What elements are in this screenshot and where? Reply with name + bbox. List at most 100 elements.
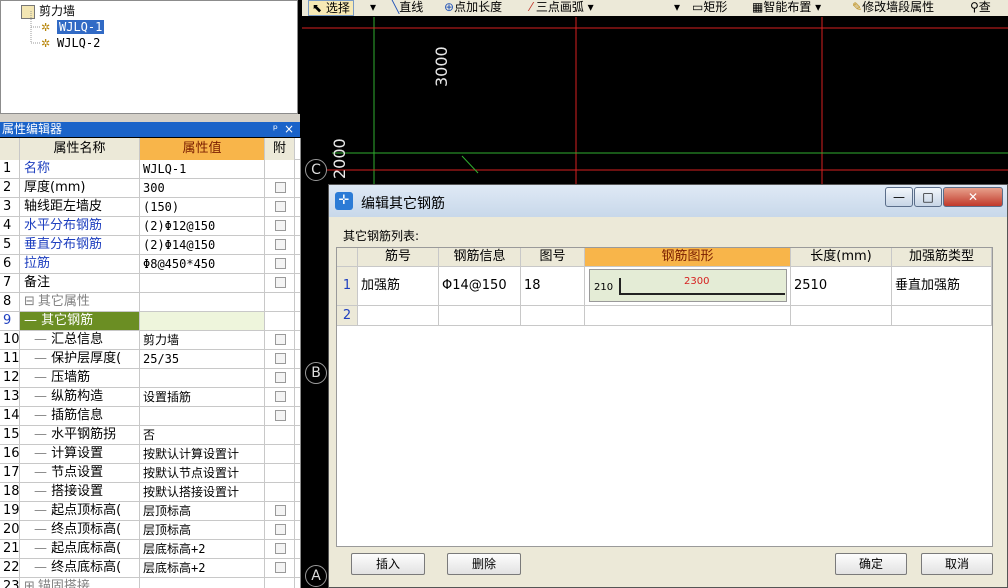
property-value[interactable] xyxy=(140,578,265,588)
close-button[interactable]: ✕ xyxy=(943,187,1003,207)
property-value[interactable]: 层顶标高 xyxy=(140,521,265,539)
property-value[interactable]: 25/35 xyxy=(140,350,265,368)
panel-title: 属性编辑器 xyxy=(2,122,63,136)
table-row[interactable]: 2 xyxy=(337,306,992,326)
expander-icon[interactable]: ⊟ xyxy=(24,294,35,309)
property-value[interactable] xyxy=(140,293,265,311)
table-row[interactable]: 12— 压墙筋 xyxy=(0,369,300,388)
table-row[interactable]: 11— 保护层厚度(25/35 xyxy=(0,350,300,369)
dialog-titlebar[interactable]: ✛ 编辑其它钢筋 — □ ✕ xyxy=(329,185,1007,217)
property-value[interactable]: 设置插筋 xyxy=(140,388,265,406)
bar-shape-cell[interactable]: 210 2300 xyxy=(585,267,791,305)
table-row[interactable]: 13— 纵筋构造 设置插筋 xyxy=(0,388,300,407)
header-name: 属性名称 xyxy=(20,138,140,160)
property-name: — 搭接设置 xyxy=(20,483,140,501)
table-row[interactable]: 8 ⊟ 其它属性 xyxy=(0,293,300,312)
table-row[interactable]: 17— 节点设置 按默认节点设置计 xyxy=(0,464,300,483)
attach-checkbox[interactable] xyxy=(275,182,286,193)
table-row[interactable]: 22— 终点底标高(层底标高+2 xyxy=(0,559,300,578)
property-name: — 压墙筋 xyxy=(20,369,140,387)
grid-header: 属性名称 属性值 附 xyxy=(0,138,300,160)
property-name: ⊞ 锚固搭接 xyxy=(20,578,140,588)
maximize-button[interactable]: □ xyxy=(914,187,942,207)
attach-checkbox[interactable] xyxy=(275,372,286,383)
modify-wall-button[interactable]: ✎修改墙段属性 xyxy=(852,0,934,14)
property-value[interactable]: 按默认搭接设置计 xyxy=(140,483,265,501)
attach-checkbox[interactable] xyxy=(275,334,286,345)
table-row[interactable]: 20— 终点顶标高(层顶标高 xyxy=(0,521,300,540)
attach-checkbox[interactable] xyxy=(275,562,286,573)
axis-c-bubble: C xyxy=(305,159,327,181)
property-value[interactable]: (2)Φ12@150 xyxy=(140,217,265,235)
select-button[interactable]: ⬉ 选择 xyxy=(308,0,354,16)
query-button[interactable]: ⚲查 xyxy=(970,0,991,14)
table-row[interactable]: 23 ⊞ 锚固搭接 xyxy=(0,578,300,588)
property-value[interactable]: Φ8@450*450 xyxy=(140,255,265,273)
dropdown-arrow-icon[interactable]: ▾ xyxy=(370,0,376,14)
tree-line-icon: — xyxy=(34,503,52,518)
attach-checkbox[interactable] xyxy=(275,258,286,269)
tree-line-icon: — xyxy=(34,370,52,385)
attach-checkbox[interactable] xyxy=(275,220,286,231)
ok-button[interactable]: 确定 xyxy=(835,553,907,575)
table-row[interactable]: 5 垂直分布钢筋 (2)Φ14@150 xyxy=(0,236,300,255)
table-row[interactable]: 7 备注 xyxy=(0,274,300,293)
expander-icon[interactable]: ⊞ xyxy=(24,579,35,588)
property-value[interactable] xyxy=(140,369,265,387)
table-row[interactable]: 18— 搭接设置 按默认搭接设置计 xyxy=(0,483,300,502)
table-row[interactable]: 1 名称 WJLQ-1 xyxy=(0,160,300,179)
table-row[interactable]: 2 厚度(mm) 300 xyxy=(0,179,300,198)
table-row[interactable]: 19— 起点顶标高(层顶标高 xyxy=(0,502,300,521)
splitter[interactable] xyxy=(0,114,300,122)
property-value[interactable]: 层顶标高 xyxy=(140,502,265,520)
line-button[interactable]: ╲直线 xyxy=(392,0,423,14)
minimize-button[interactable]: — xyxy=(885,187,913,207)
attach-checkbox[interactable] xyxy=(275,524,286,535)
col-length: 长度(mm) xyxy=(791,248,892,266)
table-row[interactable]: 4 水平分布钢筋 (2)Φ12@150 xyxy=(0,217,300,236)
property-name: 垂直分布钢筋 xyxy=(20,236,140,254)
smart-layout-button[interactable]: ▦智能布置 ▾ xyxy=(752,0,821,14)
delete-button[interactable]: 删除 xyxy=(447,553,521,575)
attach-checkbox[interactable] xyxy=(275,201,286,212)
table-row[interactable]: 9— 其它钢筋 xyxy=(0,312,300,331)
attach-checkbox[interactable] xyxy=(275,391,286,402)
property-value[interactable]: 层底标高+2 xyxy=(140,540,265,558)
attach-checkbox[interactable] xyxy=(275,410,286,421)
property-value[interactable]: 否 xyxy=(140,426,265,444)
property-value[interactable]: (2)Φ14@150 xyxy=(140,236,265,254)
cancel-button[interactable]: 取消 xyxy=(921,553,993,575)
property-value[interactable]: 剪力墙 xyxy=(140,331,265,349)
property-value[interactable]: 300 xyxy=(140,179,265,197)
pin-icon[interactable]: ᵖ xyxy=(273,122,278,137)
attach-checkbox[interactable] xyxy=(275,239,286,250)
insert-button[interactable]: 插入 xyxy=(351,553,425,575)
attach-checkbox[interactable] xyxy=(275,505,286,516)
table-row[interactable]: 15— 水平钢筋拐否 xyxy=(0,426,300,445)
table-row[interactable]: 14— 插筋信息 xyxy=(0,407,300,426)
property-value[interactable]: (150) xyxy=(140,198,265,216)
property-name: — 汇总信息 xyxy=(20,331,140,349)
edit-other-rebar-dialog: ✛ 编辑其它钢筋 — □ ✕ 其它钢筋列表: 筋号 钢筋信息 图号 钢筋图形 长… xyxy=(328,184,1008,588)
property-value[interactable] xyxy=(140,274,265,292)
property-value[interactable] xyxy=(140,312,265,330)
property-value[interactable]: 按默认计算设置计 xyxy=(140,445,265,463)
point-length-button[interactable]: ⊕点加长度 xyxy=(444,0,502,14)
attach-checkbox[interactable] xyxy=(275,543,286,554)
table-row[interactable]: 16— 计算设置 按默认计算设置计 xyxy=(0,445,300,464)
rect-button[interactable]: ▭矩形 xyxy=(692,0,727,14)
property-value[interactable]: 层底标高+2 xyxy=(140,559,265,577)
property-value[interactable]: 按默认节点设置计 xyxy=(140,464,265,482)
dropdown-arrow-icon[interactable]: ▾ xyxy=(674,0,680,14)
table-row[interactable]: 6 拉筋 Φ8@450*450 xyxy=(0,255,300,274)
property-value[interactable] xyxy=(140,407,265,425)
table-row[interactable]: 21— 起点底标高(层底标高+2 xyxy=(0,540,300,559)
table-row[interactable]: 1 加强筋 Φ14@150 18 210 2300 2510 垂直加强筋 xyxy=(337,267,992,306)
attach-checkbox[interactable] xyxy=(275,277,286,288)
table-row[interactable]: 3 轴线距左墙皮 (150) xyxy=(0,198,300,217)
attach-checkbox[interactable] xyxy=(275,353,286,364)
arc-button[interactable]: ⁄ 三点画弧 ▾ xyxy=(530,0,594,14)
table-row[interactable]: 10— 汇总信息 剪力墙 xyxy=(0,331,300,350)
close-icon[interactable]: × xyxy=(284,122,294,137)
property-value[interactable]: WJLQ-1 xyxy=(140,160,265,178)
